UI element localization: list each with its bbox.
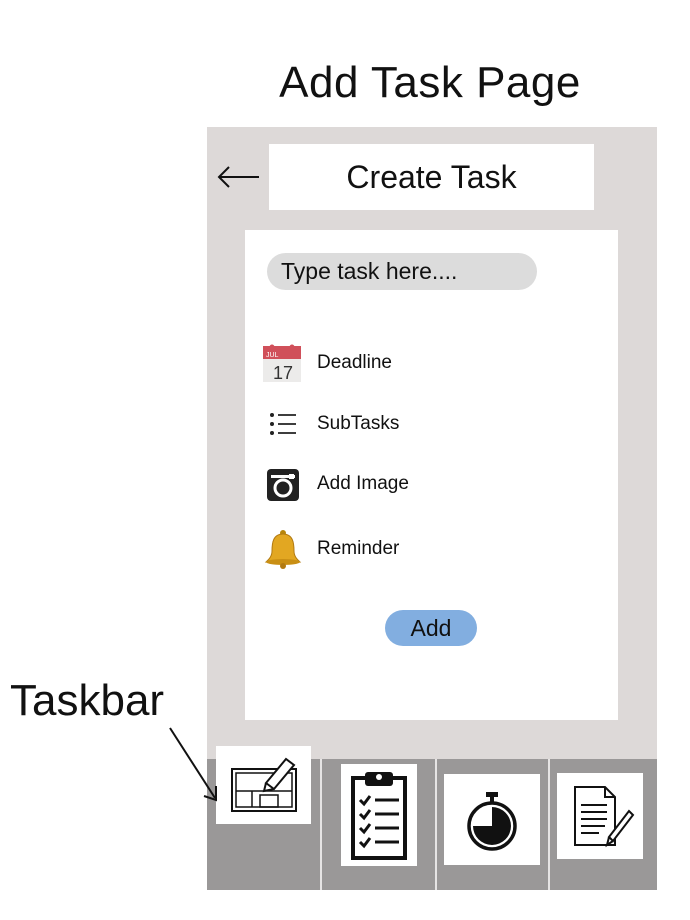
taskbar-divider — [548, 759, 550, 890]
header-title-box: Create Task — [269, 144, 594, 210]
calendar-month: JUL — [266, 352, 279, 359]
header-title: Create Task — [346, 158, 517, 195]
taskbar-divider — [320, 759, 322, 890]
taskbar-item-timer[interactable] — [444, 774, 540, 865]
taskbar-annotation: Taskbar — [10, 676, 165, 725]
camera-icon — [263, 464, 305, 504]
option-subtasks[interactable]: SubTasks — [263, 404, 399, 444]
option-deadline[interactable]: JUL 17 Deadline — [263, 343, 392, 383]
add-button-label: Add — [410, 614, 452, 641]
taskbar-item-notes[interactable] — [557, 773, 643, 859]
add-button[interactable]: Add — [385, 610, 477, 646]
calendar-day: 17 — [273, 363, 293, 383]
option-label: Deadline — [317, 352, 392, 373]
edit-board-icon — [230, 757, 297, 812]
taskbar-item-tasks[interactable] — [341, 764, 417, 866]
taskbar-item-add-task[interactable] — [216, 746, 311, 824]
option-reminder[interactable]: Reminder — [263, 529, 399, 569]
bell-icon — [263, 529, 305, 569]
page-title: Add Task Page — [279, 58, 581, 107]
left-arrow-icon[interactable] — [215, 162, 261, 192]
option-label: SubTasks — [317, 413, 400, 434]
calendar-icon: JUL 17 — [263, 343, 305, 383]
document-edit-icon — [574, 786, 635, 848]
option-label: Reminder — [317, 538, 400, 559]
option-add-image[interactable]: Add Image — [263, 464, 409, 504]
taskbar-divider — [435, 759, 437, 890]
clipboard-checklist-icon — [351, 772, 407, 860]
arrow-pointer-icon — [169, 727, 217, 802]
task-input[interactable] — [267, 253, 537, 290]
option-label: Add Image — [317, 473, 409, 494]
list-icon — [263, 404, 305, 444]
timer-icon — [467, 791, 517, 851]
